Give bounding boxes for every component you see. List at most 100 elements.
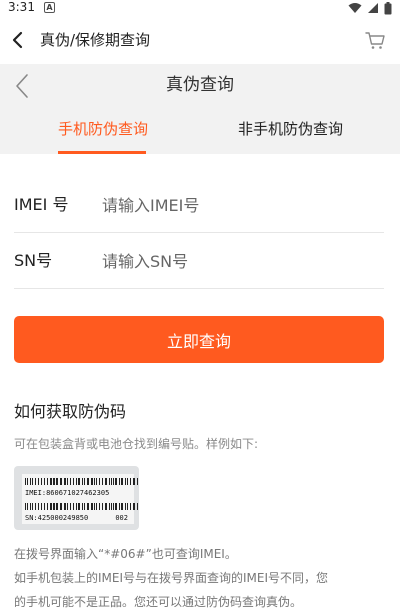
sample-barcode-image: IMEI:860671027462305 SN:425000249850 002: [14, 466, 139, 530]
barcode-stripe: [130, 478, 131, 485]
sample-sn-text: SN:425000249850: [25, 514, 89, 522]
barcode-stripe: [76, 503, 77, 510]
signal-icon: [368, 3, 378, 13]
barcode-stripe: [111, 478, 112, 485]
barcode-stripe: [38, 478, 39, 485]
app-bar: 真伪/保修期查询: [0, 16, 400, 64]
barcode-stripe: [73, 478, 74, 485]
barcode-stripe: [99, 478, 100, 485]
barcode-stripe: [109, 478, 110, 485]
status-icons: [348, 1, 392, 15]
status-time: 3:31: [8, 0, 35, 14]
barcode-stripe: [115, 503, 117, 510]
barcode-stripe: [94, 503, 95, 510]
barcode-stripe: [35, 503, 36, 510]
barcode-stripe: [30, 503, 31, 510]
barcode-stripe: [91, 503, 93, 510]
note-line-1: 在拨号界面输入“*#06#”也可查询IMEI。: [14, 547, 237, 561]
notification-icon: A: [44, 2, 55, 13]
barcode-stripe: [96, 478, 97, 485]
barcode-stripe: [41, 478, 42, 485]
barcode-stripe: [82, 478, 83, 485]
barcode-stripe: [35, 478, 36, 485]
barcode-stripe: [50, 503, 52, 510]
barcode-stripe: [111, 503, 112, 510]
barcode-stripe: [125, 478, 126, 485]
tab-non-phone-anticounterfeit[interactable]: 非手机防伪查询: [238, 119, 343, 139]
barcode-stripe: [133, 478, 135, 485]
barcode-stripe: [119, 503, 120, 510]
barcode-stripe: [64, 503, 66, 510]
barcode-stripe: [84, 478, 85, 485]
barcode-stripe: [70, 503, 71, 510]
imei-barcode: [25, 478, 139, 485]
sn-input[interactable]: [102, 247, 372, 275]
tab-phone-anticounterfeit[interactable]: 手机防伪查询: [58, 119, 148, 139]
barcode-stripe: [102, 503, 103, 510]
barcode-stripe: [60, 503, 62, 510]
barcode-stripe: [64, 478, 66, 485]
barcode-stripe: [113, 478, 114, 485]
barcode-stripe: [27, 478, 28, 485]
barcode-stripe: [113, 503, 114, 510]
barcode-stripe: [115, 478, 117, 485]
page-title: 真伪查询: [166, 75, 234, 95]
barcode-label: IMEI:860671027462305 SN:425000249850 002: [22, 474, 138, 524]
barcode-stripe: [67, 478, 68, 485]
wifi-icon: [348, 3, 362, 13]
barcode-stripe: [67, 503, 68, 510]
barcode-stripe: [105, 503, 107, 510]
sample-suffix-text: 002: [115, 514, 128, 522]
barcode-stripe: [44, 478, 45, 485]
imei-input[interactable]: [102, 191, 372, 219]
barcode-stripe: [27, 503, 28, 510]
barcode-stripe: [127, 503, 128, 510]
barcode-stripe: [105, 478, 107, 485]
barcode-stripe: [102, 478, 103, 485]
barcode-stripe: [53, 503, 55, 510]
cart-icon[interactable]: [364, 29, 386, 51]
barcode-stripe: [84, 503, 85, 510]
barcode-stripe: [56, 503, 58, 510]
barcode-stripe: [47, 478, 48, 485]
barcode-stripe: [25, 503, 26, 510]
barcode-stripe: [25, 478, 26, 485]
note-line-2: 如手机包装上的IMEI号与在拨号界面查询的IMEI号不同，您: [14, 571, 329, 585]
barcode-stripe: [41, 503, 42, 510]
barcode-stripe: [38, 503, 39, 510]
barcode-stripe: [73, 503, 74, 510]
barcode-stripe: [30, 478, 31, 485]
barcode-stripe: [78, 478, 80, 485]
battery-icon: [384, 1, 392, 14]
barcode-stripe: [32, 503, 33, 510]
query-button[interactable]: 立即查询: [14, 316, 384, 363]
barcode-stripe: [127, 478, 128, 485]
status-bar: 3:31 A: [0, 0, 400, 16]
barcode-stripe: [82, 503, 83, 510]
barcode-stripe: [130, 503, 131, 510]
sn-label: SN号: [14, 251, 53, 270]
sn-row: SN号: [14, 233, 384, 289]
barcode-stripe: [47, 503, 48, 510]
howto-title: 如何获取防伪码: [14, 402, 127, 421]
barcode-stripe: [76, 478, 77, 485]
imei-row: IMEI 号: [14, 177, 384, 233]
note-line-3: 的手机可能不是正品。您还可以通过防伪码查询真伪。: [14, 595, 303, 609]
sample-imei-text: IMEI:860671027462305: [25, 489, 110, 497]
barcode-stripe: [32, 478, 33, 485]
howto-description: 可在包装盒背或电池仓找到编号贴。样例如下:: [14, 437, 259, 451]
barcode-stripe: [70, 478, 71, 485]
barcode-stripe: [125, 503, 126, 510]
barcode-stripe: [78, 503, 80, 510]
barcode-stripe: [60, 478, 62, 485]
barcode-stripe: [121, 503, 123, 510]
app-title: 真伪/保修期查询: [40, 31, 151, 49]
barcode-stripe: [137, 503, 138, 510]
barcode-stripe: [44, 503, 45, 510]
imei-label: IMEI 号: [14, 195, 69, 214]
active-tab-indicator: [58, 151, 146, 154]
back-arrow-icon[interactable]: [10, 30, 28, 50]
barcode-stripe: [119, 478, 120, 485]
barcode-stripe: [87, 503, 89, 510]
barcode-stripe: [50, 478, 52, 485]
